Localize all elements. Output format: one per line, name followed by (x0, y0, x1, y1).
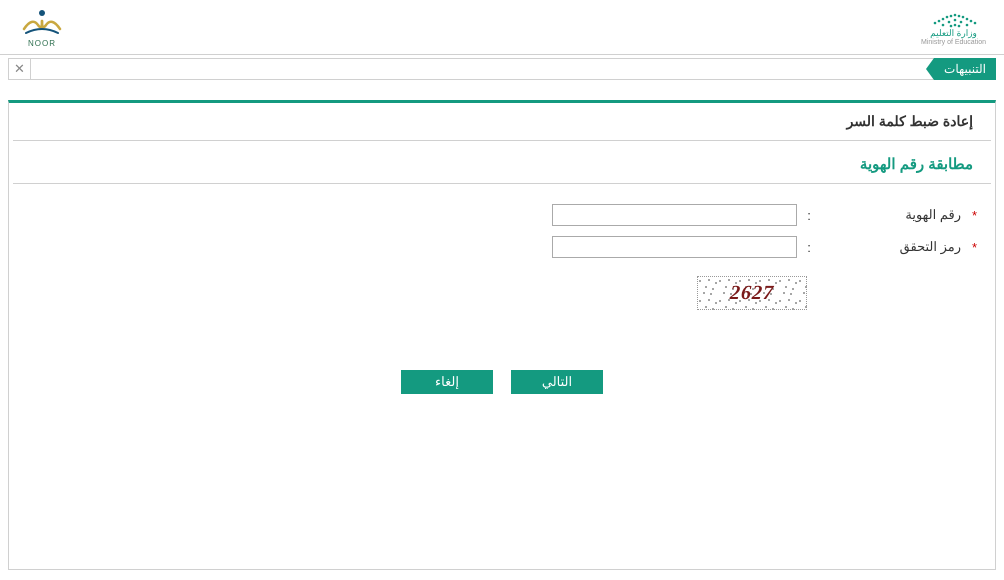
page-title: إعادة ضبط كلمة السر (13, 103, 991, 141)
app-header: وزارة التعليم Ministry of Education NOOR (0, 0, 1004, 55)
ministry-logo: وزارة التعليم Ministry of Education (921, 7, 986, 47)
notifications-track (30, 58, 934, 80)
colon: : (803, 208, 815, 223)
form-area: * رقم الهوية : * رمز التحقق : 2627 التال… (9, 184, 995, 394)
ministry-dots-icon (925, 7, 983, 29)
ministry-text-ar: وزارة التعليم (930, 29, 977, 39)
input-captcha[interactable] (552, 236, 797, 258)
close-icon: ✕ (14, 61, 25, 77)
input-id-number[interactable] (552, 204, 797, 226)
row-id-number: * رقم الهوية : (27, 204, 977, 226)
notifications-close-button[interactable]: ✕ (8, 58, 30, 80)
notifications-bar: التنبيهات ✕ (8, 58, 996, 80)
captcha-image: 2627 (697, 276, 807, 310)
row-captcha: * رمز التحقق : (27, 236, 977, 258)
main-panel: إعادة ضبط كلمة السر مطابقة رقم الهوية * … (8, 100, 996, 570)
notifications-tab-label: التنبيهات (944, 62, 986, 76)
label-captcha: رمز التحقق (821, 239, 961, 255)
cancel-button[interactable]: إلغاء (401, 370, 493, 394)
required-mark: * (967, 208, 977, 223)
captcha-code-text: 2627 (729, 282, 775, 305)
required-mark: * (967, 240, 977, 255)
next-button[interactable]: التالي (511, 370, 603, 394)
ministry-text-en: Ministry of Education (921, 39, 986, 47)
colon: : (803, 240, 815, 255)
noor-logo-text: NOOR (28, 39, 56, 48)
section-title: مطابقة رقم الهوية (13, 141, 991, 184)
noor-logo-icon (18, 7, 66, 37)
button-row: التالي إلغاء (27, 370, 977, 394)
label-id-number: رقم الهوية (821, 207, 961, 223)
notifications-tab[interactable]: التنبيهات (934, 58, 996, 80)
noor-logo: NOOR (18, 7, 66, 48)
captcha-image-row: 2627 (27, 276, 807, 310)
